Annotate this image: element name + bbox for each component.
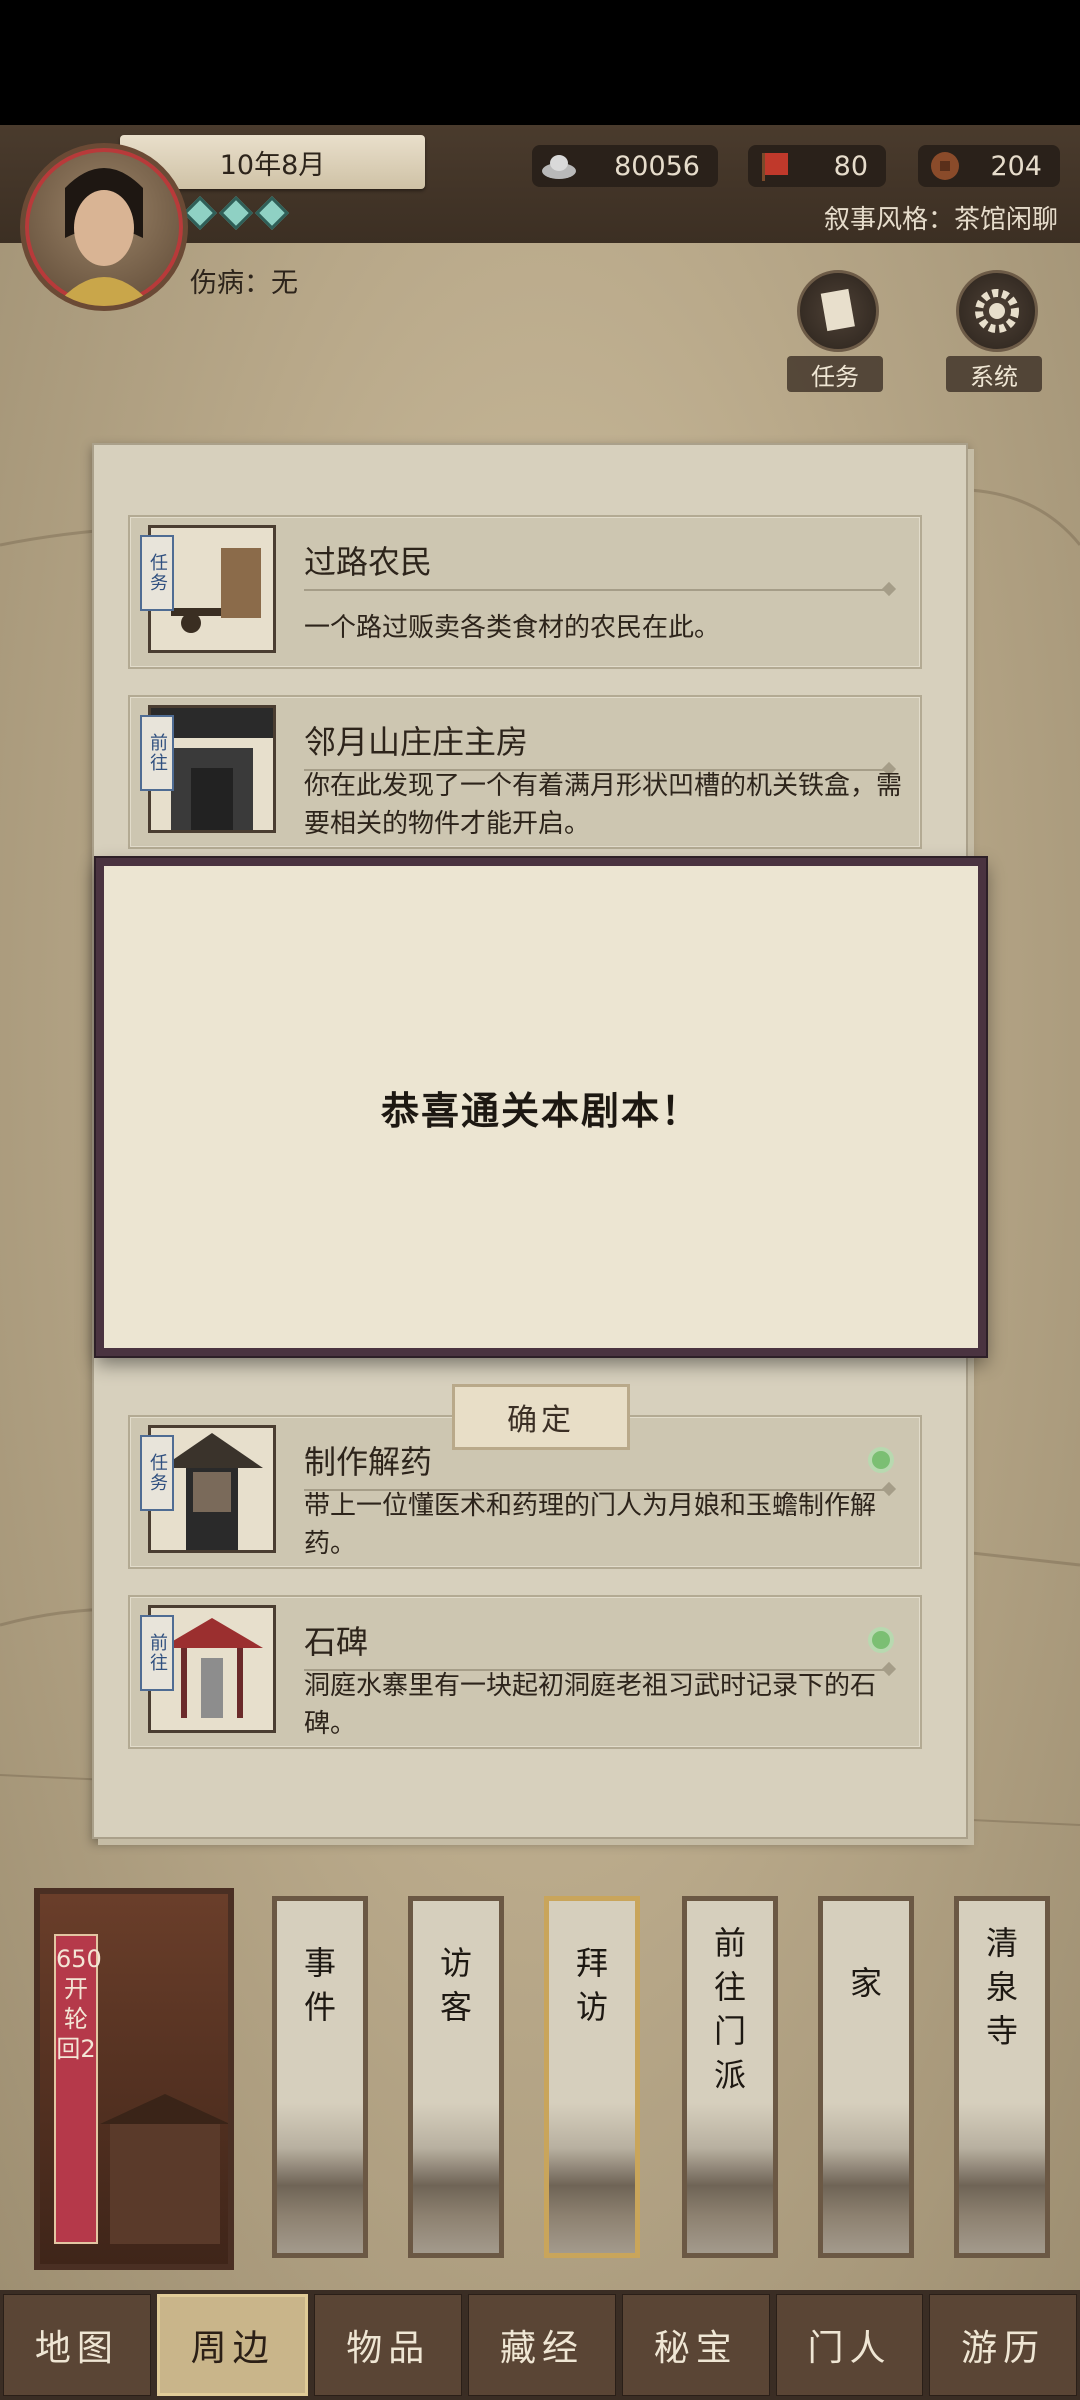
list-item[interactable]: 任务 过路农民 一个路过贩卖各类食材的农民在此。 bbox=[128, 515, 922, 669]
tab-travel[interactable]: 游历 bbox=[929, 2294, 1078, 2396]
list-item[interactable]: 前往 石碑 洞庭水寨里有一块起初洞庭老祖习武时记录下的石碑。 bbox=[128, 1595, 922, 1749]
card-description: 你在此发现了一个有着满月形状凹槽的机关铁盒，需要相关的物件才能开启。 bbox=[304, 771, 903, 839]
card-description: 带上一位懂医术和药理的门人为月娘和玉蟾制作解药。 bbox=[304, 1491, 877, 1559]
dialog-message: 恭喜通关本剧本！ bbox=[380, 1088, 701, 1133]
tab-scriptures[interactable]: 藏经 bbox=[468, 2294, 616, 2396]
flag-value: 80 bbox=[833, 150, 868, 182]
location-visit[interactable]: 拜访 bbox=[544, 1896, 640, 2258]
divider bbox=[304, 589, 894, 591]
tab-treasures[interactable]: 秘宝 bbox=[621, 2294, 770, 2396]
gate-icon bbox=[100, 2094, 228, 2244]
completion-dialog: 恭喜通关本剧本！ bbox=[96, 858, 986, 1356]
system-button[interactable] bbox=[956, 270, 1038, 352]
coin-value: 204 bbox=[990, 150, 1042, 182]
card-title: 石碑 bbox=[304, 1623, 369, 1661]
location-label: 清泉寺 bbox=[985, 1924, 1018, 2050]
status-diamonds bbox=[183, 196, 289, 230]
card-tag: 任务 bbox=[140, 535, 174, 611]
location-scenery bbox=[549, 2103, 635, 2253]
location-scenery bbox=[413, 2103, 499, 2253]
system-label[interactable]: 系统 bbox=[946, 356, 1042, 392]
tab-map[interactable]: 地图 bbox=[3, 2294, 151, 2396]
location-label: 拜访 bbox=[575, 1944, 608, 2026]
scroll-icon bbox=[820, 288, 855, 332]
flag-icon bbox=[762, 153, 788, 181]
card-title: 邻月山庄庄主房 bbox=[304, 723, 529, 761]
diamond-icon bbox=[255, 196, 289, 230]
card-tag: 前往 bbox=[140, 715, 174, 791]
gear-icon bbox=[975, 289, 1019, 333]
location-label: 访客 bbox=[439, 1944, 472, 2026]
location-label: 家 bbox=[849, 1964, 882, 2002]
tab-items[interactable]: 物品 bbox=[314, 2294, 463, 2396]
player-avatar[interactable] bbox=[20, 143, 188, 311]
location-scenery bbox=[277, 2103, 363, 2253]
diamond-icon bbox=[219, 196, 253, 230]
card-description: 一个路过贩卖各类食材的农民在此。 bbox=[304, 613, 721, 643]
silver-ingot-icon bbox=[542, 155, 576, 179]
card-description: 洞庭水寨里有一块起初洞庭老祖习武时记录下的石碑。 bbox=[304, 1671, 877, 1739]
reincarnation-card[interactable]: 650开轮回2 bbox=[34, 1888, 234, 2270]
injury-status: 伤病：无 bbox=[190, 268, 298, 299]
location-scenery bbox=[959, 2103, 1045, 2253]
location-label: 前往门派 bbox=[713, 1924, 746, 2094]
location-label: 事件 bbox=[303, 1944, 336, 2026]
card-tag: 任务 bbox=[140, 1435, 174, 1511]
new-indicator-dot bbox=[868, 1627, 894, 1653]
location-home[interactable]: 家 bbox=[818, 1896, 914, 2258]
card-title: 过路农民 bbox=[304, 543, 433, 581]
bottom-tab-bar: 地图 周边 物品 藏经 秘宝 门人 游历 bbox=[0, 2290, 1080, 2400]
location-events[interactable]: 事件 bbox=[272, 1896, 368, 2258]
confirm-button[interactable]: 确定 bbox=[452, 1384, 630, 1450]
tab-surroundings[interactable]: 周边 bbox=[156, 2294, 309, 2396]
location-go-to-sect[interactable]: 前往门派 bbox=[682, 1896, 778, 2258]
card-tag: 前往 bbox=[140, 1615, 174, 1691]
coin-counter[interactable]: 204 bbox=[918, 145, 1060, 187]
tab-disciples[interactable]: 门人 bbox=[775, 2294, 924, 2396]
card-title: 制作解药 bbox=[304, 1443, 433, 1481]
location-scenery bbox=[823, 2103, 909, 2253]
date-text: 10年8月 bbox=[219, 149, 326, 181]
diamond-icon bbox=[183, 196, 217, 230]
new-indicator-dot bbox=[868, 1447, 894, 1473]
list-item[interactable]: 前往 邻月山庄庄主房 你在此发现了一个有着满月形状凹槽的机关铁盒，需要相关的物件… bbox=[128, 695, 922, 849]
coin-icon bbox=[931, 152, 959, 180]
narrative-style: 叙事风格：茶馆闲聊 bbox=[823, 205, 1058, 235]
flag-counter[interactable]: 80 bbox=[748, 145, 886, 187]
portrait-icon bbox=[55, 168, 153, 306]
location-visitors[interactable]: 访客 bbox=[408, 1896, 504, 2258]
location-scenery bbox=[687, 2103, 773, 2253]
silver-value: 80056 bbox=[614, 150, 700, 182]
task-label[interactable]: 任务 bbox=[787, 356, 883, 392]
location-qingquan-temple[interactable]: 清泉寺 bbox=[954, 1896, 1050, 2258]
task-button[interactable] bbox=[797, 270, 879, 352]
silver-counter[interactable]: 80056 bbox=[532, 145, 718, 187]
